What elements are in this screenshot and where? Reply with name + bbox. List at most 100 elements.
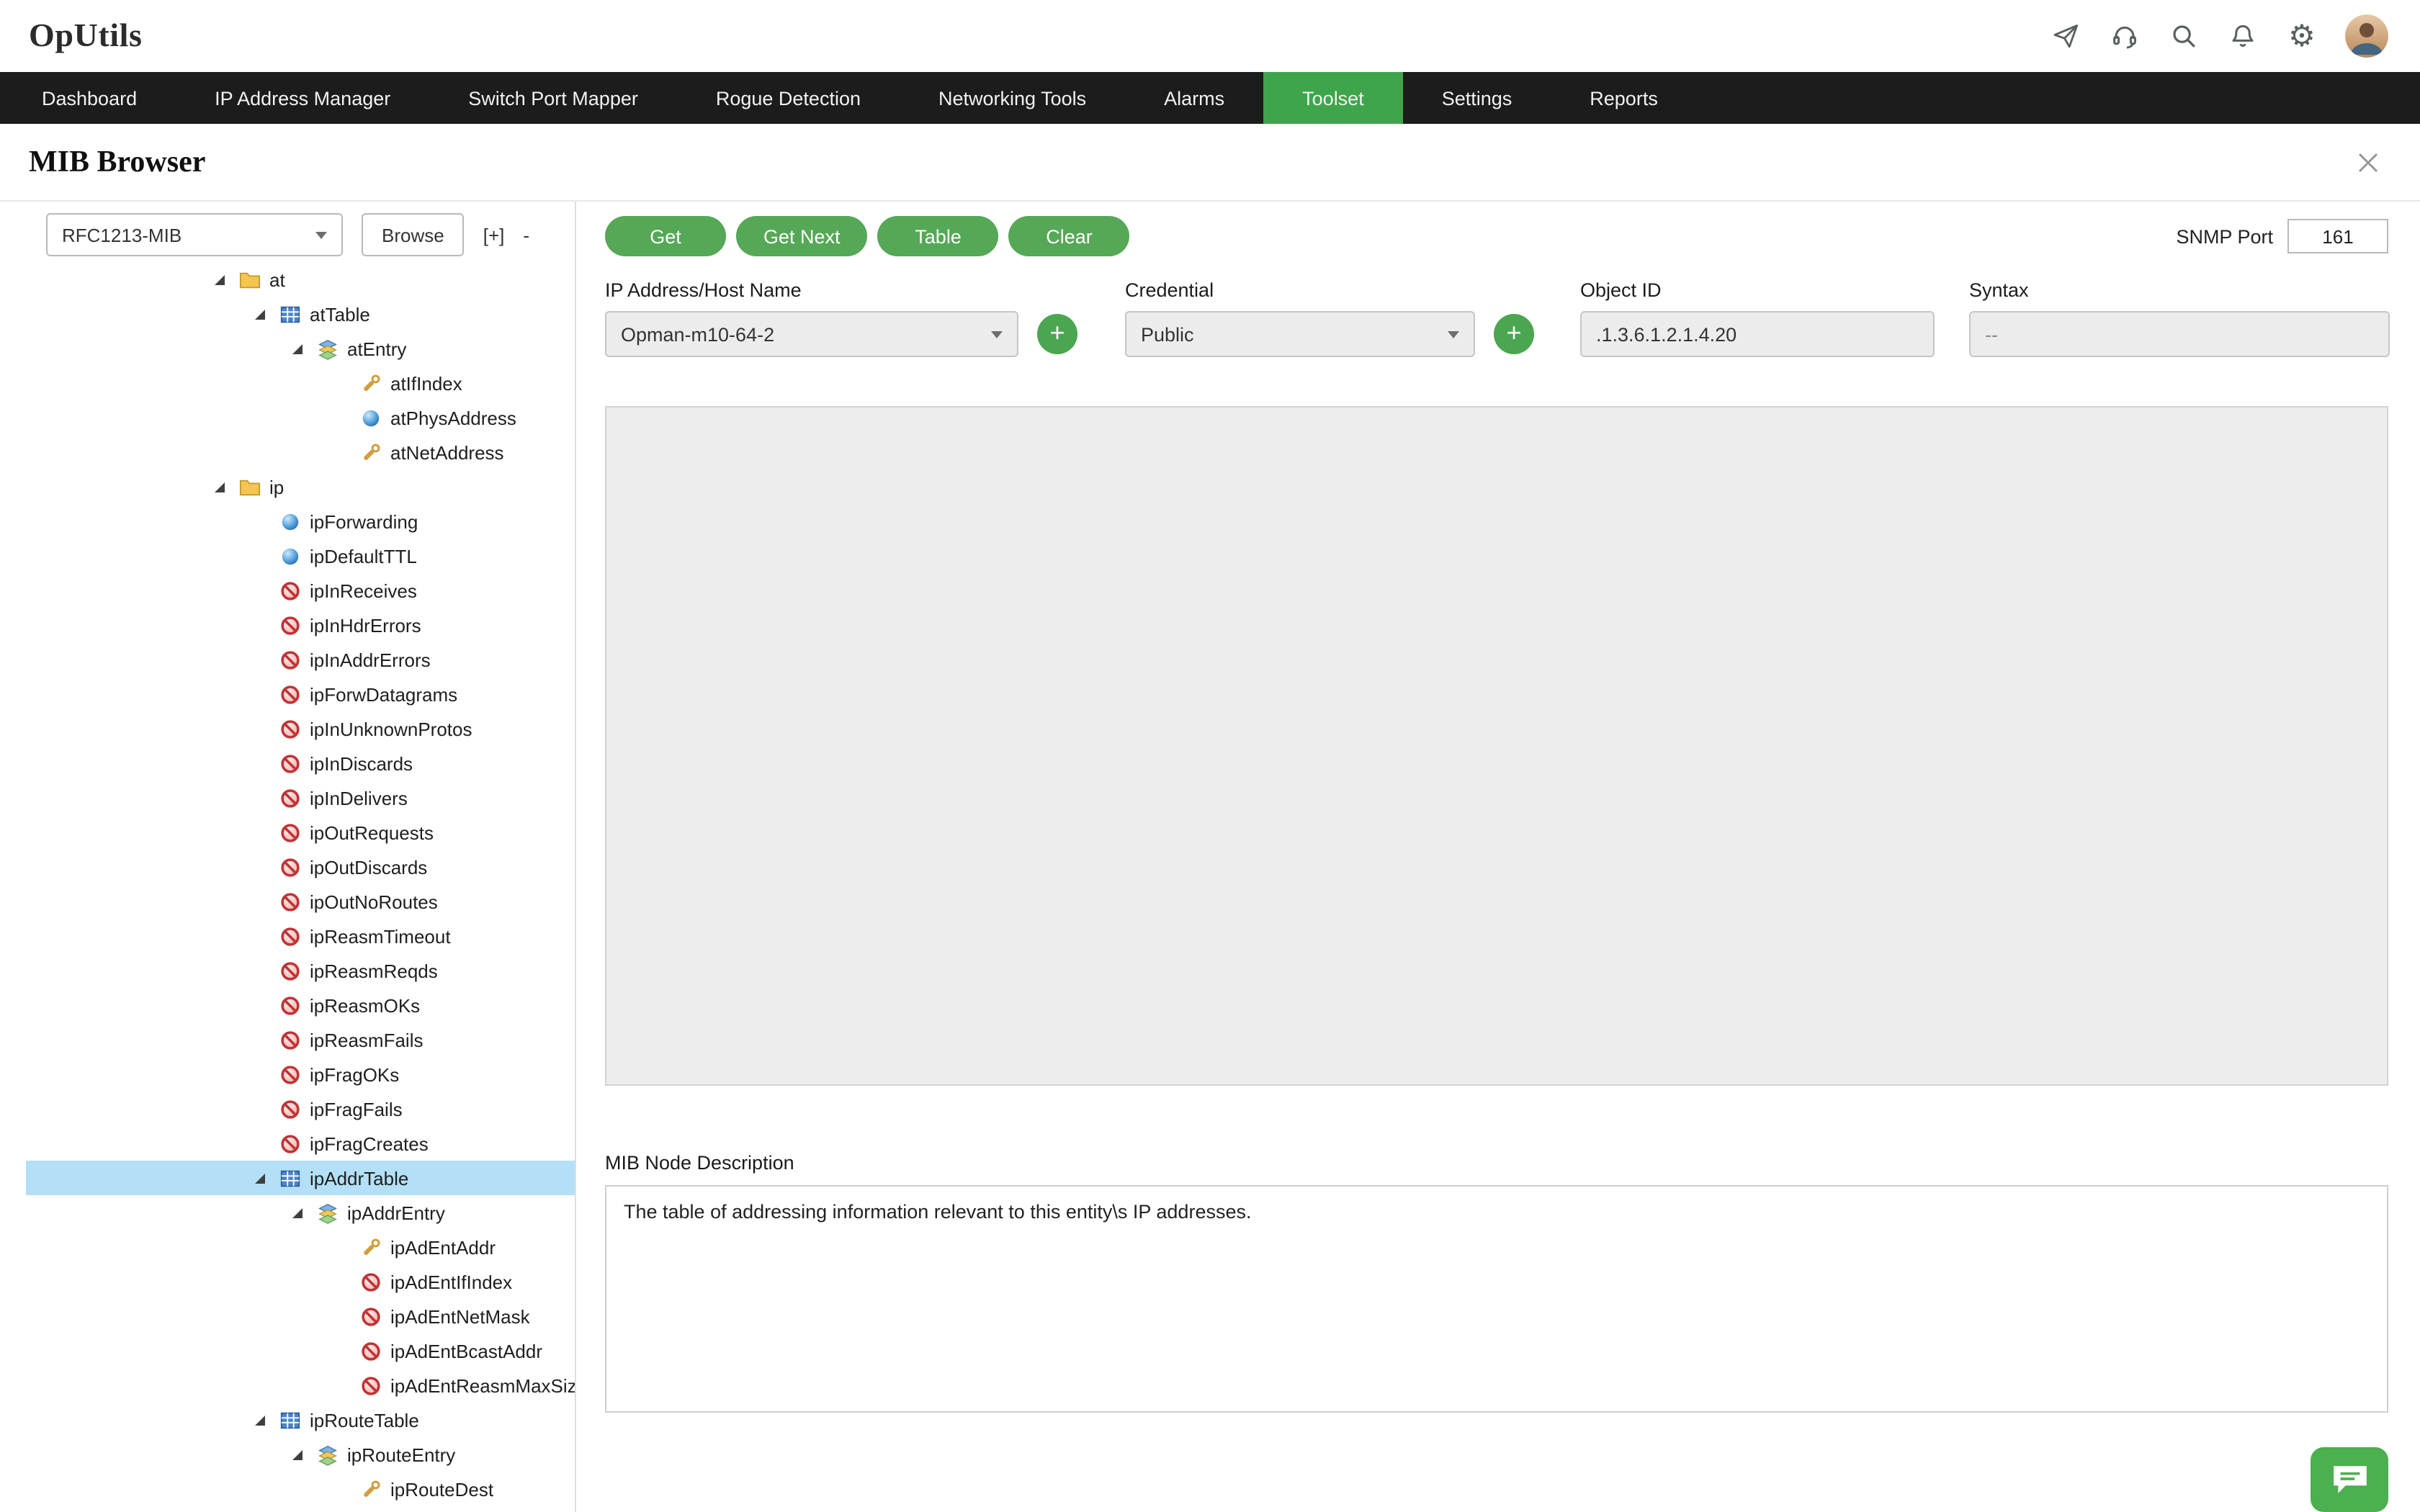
- tree-node-ipfragcreates[interactable]: ipFragCreates: [26, 1126, 575, 1161]
- tree-node-ipreasmoks[interactable]: ipReasmOKs: [26, 988, 575, 1022]
- tree-node-label: atPhysAddress: [390, 407, 516, 428]
- headset-icon[interactable]: [2109, 20, 2141, 52]
- tree-node-atnetaddress[interactable]: atNetAddress: [26, 435, 575, 469]
- toolbar-row: GetGet NextTableClear SNMP Port: [605, 216, 2388, 256]
- add-credential-button[interactable]: +: [1494, 314, 1534, 354]
- gear-icon[interactable]: ⚙: [2286, 20, 2318, 52]
- add-host-button[interactable]: +: [1037, 314, 1077, 354]
- tree-node-attable[interactable]: atTable: [26, 297, 575, 331]
- tree-node-ipadentbcastaddr[interactable]: ipAdEntBcastAddr: [26, 1333, 575, 1368]
- nav-item-settings[interactable]: Settings: [1403, 72, 1551, 124]
- tree-node-atifindex[interactable]: atIfIndex: [26, 366, 575, 400]
- tree-node-ipadentreasmmaxsize[interactable]: ipAdEntReasmMaxSize: [26, 1368, 575, 1403]
- tree-node-at[interactable]: at: [26, 262, 575, 297]
- folder-icon: [239, 269, 261, 290]
- get-next-button[interactable]: Get Next: [736, 216, 868, 256]
- clear-button[interactable]: Clear: [1009, 216, 1130, 256]
- mib-tree-panel: RFC1213-MIB Browse [+] - at atTable atEn…: [0, 202, 576, 1512]
- avatar[interactable]: [2345, 14, 2388, 58]
- nav-item-alarms[interactable]: Alarms: [1125, 72, 1263, 124]
- expand-arrow[interactable]: [213, 475, 236, 498]
- tree-node-atentry[interactable]: atEntry: [26, 331, 575, 366]
- blocked-icon: [279, 1098, 301, 1120]
- object-id-label: Object ID: [1580, 279, 1935, 302]
- expand-arrow[interactable]: [254, 302, 277, 325]
- sphere-icon: [360, 407, 382, 428]
- tree-node-ipindiscards[interactable]: ipInDiscards: [26, 746, 575, 780]
- tree-node-iproutetable[interactable]: ipRouteTable: [26, 1403, 575, 1437]
- tree-node-label: ipInHdrErrors: [310, 614, 421, 636]
- expand-arrow[interactable]: [291, 1201, 314, 1224]
- feedback-chat-button[interactable]: [2311, 1447, 2388, 1512]
- nav-item-switch-port-mapper[interactable]: Switch Port Mapper: [429, 72, 677, 124]
- tree-node-ipadentaddr[interactable]: ipAdEntAddr: [26, 1230, 575, 1264]
- nav-item-reports[interactable]: Reports: [1551, 72, 1697, 124]
- ip-address-select[interactable]: Opman-m10-64-2: [605, 311, 1018, 357]
- nav-item-toolset[interactable]: Toolset: [1263, 72, 1403, 124]
- tree-node-ipoutdiscards[interactable]: ipOutDiscards: [26, 850, 575, 884]
- tree-node-ipinaddrerrors[interactable]: ipInAddrErrors: [26, 642, 575, 677]
- tree-node-ipaddrentry[interactable]: ipAddrEntry: [26, 1195, 575, 1230]
- nav-item-networking-tools[interactable]: Networking Tools: [900, 72, 1125, 124]
- tree-node-label: ipInDiscards: [310, 752, 413, 774]
- expand-all-control[interactable]: [+]: [483, 224, 505, 246]
- browse-button[interactable]: Browse: [362, 213, 465, 256]
- credential-select[interactable]: Public: [1125, 311, 1475, 357]
- snmp-port-input[interactable]: [2287, 219, 2388, 253]
- nav-item-ip-address-manager[interactable]: IP Address Manager: [176, 72, 429, 124]
- tree-node-iprouteifindex[interactable]: ipRouteIfIndex: [26, 1506, 575, 1512]
- object-id-input[interactable]: .1.3.6.1.2.1.4.20: [1580, 311, 1935, 357]
- expand-arrow[interactable]: [291, 1443, 314, 1466]
- tree-node-ipaddrtable[interactable]: ipAddrTable: [26, 1161, 575, 1195]
- tree-node-ipoutrequests[interactable]: ipOutRequests: [26, 815, 575, 850]
- main-nav: DashboardIP Address ManagerSwitch Port M…: [0, 72, 2420, 124]
- nav-item-dashboard[interactable]: Dashboard: [3, 72, 176, 124]
- tree-node-label: ipInDelivers: [310, 787, 408, 809]
- syntax-input[interactable]: --: [1969, 311, 2390, 357]
- expand-arrow[interactable]: [291, 337, 314, 360]
- tree-node-ipinhdrerrors[interactable]: ipInHdrErrors: [26, 608, 575, 642]
- collapse-all-control[interactable]: -: [523, 224, 529, 246]
- tree-node-label: ipReasmFails: [310, 1029, 424, 1050]
- tree-node-label: ipFragFails: [310, 1098, 403, 1120]
- tree-node-label: ipAdEntIfIndex: [390, 1271, 512, 1292]
- entry-icon: [317, 1444, 339, 1465]
- tree-node-ipinunknownprotos[interactable]: ipInUnknownProtos: [26, 711, 575, 746]
- credential-value: Public: [1141, 323, 1194, 345]
- tree-node-ipadentifindex[interactable]: ipAdEntIfIndex: [26, 1264, 575, 1299]
- tree-node-atphysaddress[interactable]: atPhysAddress: [26, 400, 575, 435]
- tree-node-ipfragoks[interactable]: ipFragOKs: [26, 1057, 575, 1092]
- expand-arrow[interactable]: [213, 268, 236, 291]
- tree-node-ipforwarding[interactable]: ipForwarding: [26, 504, 575, 539]
- tree-node-label: ipInReceives: [310, 580, 417, 601]
- nav-item-rogue-detection[interactable]: Rogue Detection: [677, 72, 900, 124]
- expand-arrow[interactable]: [254, 1408, 277, 1431]
- tree-node-ipfragfails[interactable]: ipFragFails: [26, 1092, 575, 1126]
- expand-arrow[interactable]: [254, 1166, 277, 1189]
- tree-node-ipdefaultttl[interactable]: ipDefaultTTL: [26, 539, 575, 573]
- close-icon[interactable]: [2354, 148, 2383, 176]
- credential-label: Credential: [1125, 279, 1475, 302]
- tree-node-ipreasmreqds[interactable]: ipReasmReqds: [26, 953, 575, 988]
- mib-select[interactable]: RFC1213-MIB: [46, 213, 343, 256]
- tree-node-ipforwdatagrams[interactable]: ipForwDatagrams: [26, 677, 575, 711]
- tree-node-iproutedest[interactable]: ipRouteDest: [26, 1472, 575, 1506]
- tree-node-iprouteentry[interactable]: ipRouteEntry: [26, 1437, 575, 1472]
- tree-node-ipadentnetmask[interactable]: ipAdEntNetMask: [26, 1299, 575, 1333]
- blocked-icon: [360, 1374, 382, 1396]
- table-button[interactable]: Table: [878, 216, 999, 256]
- tree-node-ipindelivers[interactable]: ipInDelivers: [26, 780, 575, 815]
- top-header: OpUtils: [0, 0, 2420, 72]
- tree-node-ipoutnoroutes[interactable]: ipOutNoRoutes: [26, 884, 575, 919]
- tree-node-label: ipFragOKs: [310, 1063, 399, 1085]
- search-icon[interactable]: [2168, 20, 2200, 52]
- content-area: RFC1213-MIB Browse [+] - at atTable atEn…: [0, 202, 2420, 1512]
- get-button[interactable]: Get: [605, 216, 726, 256]
- tree-node-ipinreceives[interactable]: ipInReceives: [26, 573, 575, 608]
- paper-plane-icon[interactable]: [2050, 20, 2081, 52]
- bell-icon[interactable]: [2227, 20, 2259, 52]
- tree-node-ipreasmfails[interactable]: ipReasmFails: [26, 1022, 575, 1057]
- tree-node-ip[interactable]: ip: [26, 469, 575, 504]
- mib-browser-main: GetGet NextTableClear SNMP Port IP Addre…: [576, 202, 2420, 1512]
- tree-node-ipreasmtimeout[interactable]: ipReasmTimeout: [26, 919, 575, 953]
